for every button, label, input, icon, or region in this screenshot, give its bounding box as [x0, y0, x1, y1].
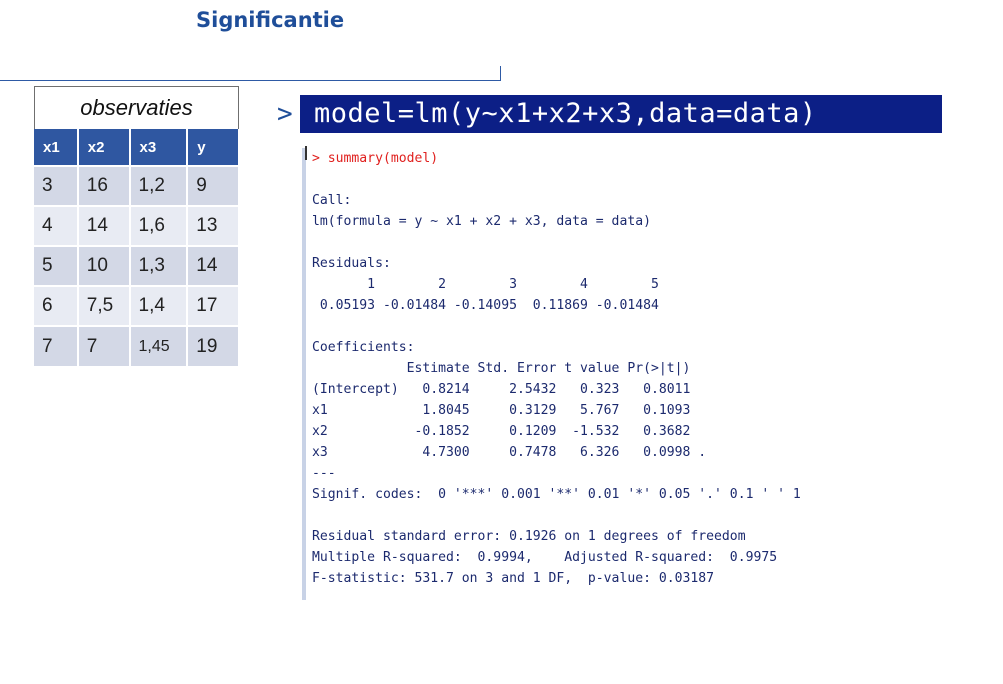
- model-command-banner: model=lm(y~x1+x2+x3,data=data): [300, 95, 942, 133]
- table-cell: 4: [34, 205, 79, 246]
- residuals-values-row: 0.05193 -0.01484 -0.14095 0.11869 -0.014…: [312, 298, 659, 313]
- table-header-row: x1 x2 x3 y: [34, 129, 240, 166]
- table-row: 4 14 1,6 13: [34, 205, 240, 246]
- f-statistic-line: F-statistic: 531.7 on 3 and 1 DF, p-valu…: [312, 571, 715, 586]
- coefficients-header: Coefficients:: [312, 340, 415, 355]
- r-console-output: > summary(model) Call: lm(formula = y ~ …: [312, 148, 992, 589]
- coefficient-row: x1 1.8045 0.3129 5.767 0.1093: [312, 403, 691, 418]
- table-cell: 5: [34, 245, 79, 286]
- table-cell: 13: [187, 205, 240, 246]
- table-row: 6 7,5 1,4 17: [34, 285, 240, 326]
- table-row: 3 16 1,2 9: [34, 165, 240, 206]
- table-cell: 14: [77, 205, 131, 246]
- table-cell: 1,3: [129, 245, 189, 286]
- console-gutter: [302, 148, 306, 600]
- coefficient-row: x2 -0.1852 0.1209 -1.532 0.3682: [312, 424, 691, 439]
- call-line: lm(formula = y ~ x1 + x2 + x3, data = da…: [312, 214, 651, 229]
- table-cell: 14: [187, 245, 240, 286]
- residuals-header: Residuals:: [312, 256, 391, 271]
- r-squared-line: Multiple R-squared: 0.9994, Adjusted R-s…: [312, 550, 778, 565]
- table-cell: 19: [187, 325, 240, 366]
- model-prompt-symbol: >: [277, 99, 293, 129]
- title-underline-tick: [500, 66, 501, 81]
- text-cursor: [305, 146, 307, 160]
- column-header-x3: x3: [129, 129, 189, 166]
- separator-line: ---: [312, 466, 336, 481]
- column-header-x2: x2: [77, 129, 131, 166]
- signif-codes-line: Signif. codes: 0 '***' 0.001 '**' 0.01 '…: [312, 487, 801, 502]
- table-cell: 3: [34, 165, 79, 206]
- table-cell: 9: [187, 165, 240, 206]
- table-cell: 6: [34, 285, 79, 326]
- coefficients-columns: Estimate Std. Error t value Pr(>|t|): [312, 361, 691, 376]
- table-cell: 16: [77, 165, 131, 206]
- table-row: 5 10 1,3 14: [34, 245, 240, 286]
- observations-table: x1 x2 x3 y 3 16 1,2 9 4 14 1,6 13 5 10 1…: [34, 129, 240, 366]
- table-cell: 10: [77, 245, 131, 286]
- summary-command: > summary(model): [312, 151, 439, 166]
- table-row: 7 7 1,45 19: [34, 325, 240, 366]
- title-underline: [0, 80, 501, 81]
- column-header-x1: x1: [34, 129, 79, 166]
- table-cell: 1,4: [129, 285, 189, 326]
- call-header: Call:: [312, 193, 352, 208]
- observations-caption: observaties: [80, 95, 193, 120]
- table-cell: 1,2: [129, 165, 189, 206]
- table-cell: 7: [77, 325, 131, 366]
- residual-standard-error-line: Residual standard error: 0.1926 on 1 deg…: [312, 529, 746, 544]
- table-cell: 17: [187, 285, 240, 326]
- coefficient-row: (Intercept) 0.8214 2.5432 0.323 0.8011: [312, 382, 691, 397]
- column-header-y: y: [187, 129, 240, 166]
- observations-caption-box: observaties: [34, 86, 239, 129]
- page-title: Significantie: [196, 8, 345, 32]
- table-cell: 1,45: [129, 325, 189, 366]
- table-cell: 7: [34, 325, 79, 366]
- residuals-index-row: 1 2 3 4 5: [312, 277, 659, 292]
- table-cell: 7,5: [77, 285, 131, 326]
- coefficient-row: x3 4.7300 0.7478 6.326 0.0998 .: [312, 445, 707, 460]
- table-cell: 1,6: [129, 205, 189, 246]
